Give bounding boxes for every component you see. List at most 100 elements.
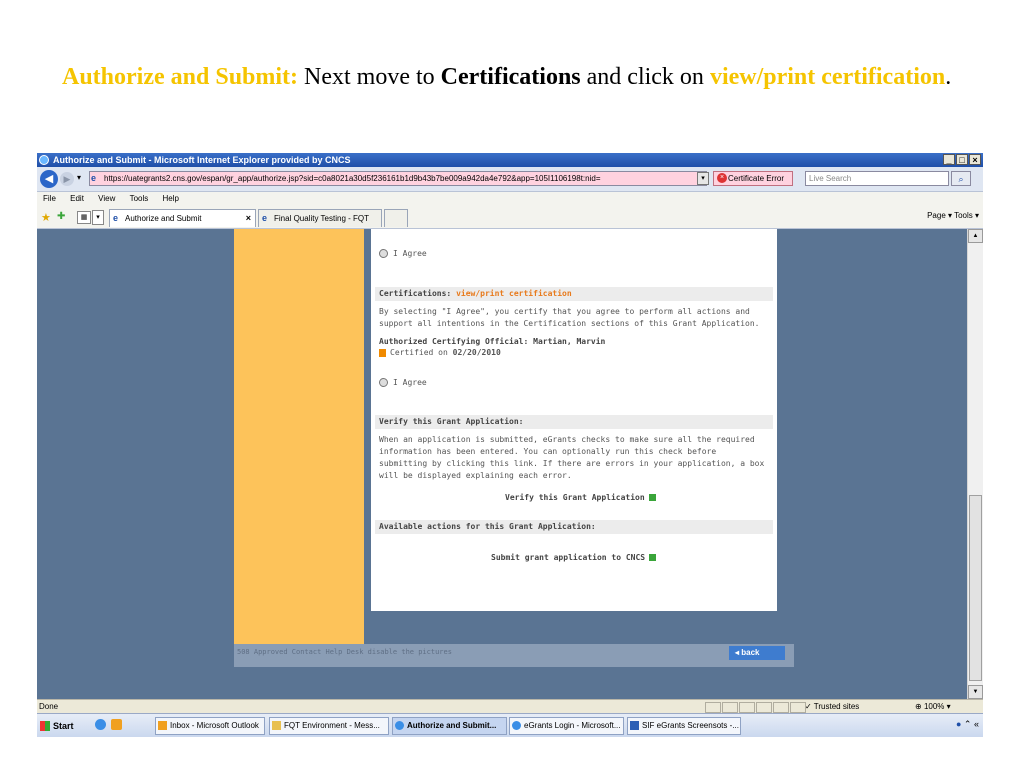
menu-bar: File Edit View Tools Help	[37, 192, 983, 206]
scroll-up-icon[interactable]: ▲	[968, 229, 983, 243]
task-label: SIF eGrants Screensots -...	[642, 721, 739, 730]
submit-application-link[interactable]: Submit grant application to CNCS	[491, 553, 657, 562]
search-icon[interactable]: ⌕	[951, 171, 971, 186]
maximize-button[interactable]: □	[956, 154, 968, 165]
available-actions-header: Available actions for this Grant Applica…	[375, 520, 773, 534]
help-icon[interactable]: ●	[956, 719, 961, 729]
task-fqt-environment[interactable]: FQT Environment - Mess...	[269, 717, 389, 735]
certifying-official: Authorized Certifying Official: Martian,…	[379, 337, 606, 346]
ie-icon	[395, 721, 404, 730]
windows-logo-icon	[40, 721, 50, 731]
scroll-down-icon[interactable]: ▼	[968, 685, 983, 699]
tray-expand-icon[interactable]: «	[974, 719, 979, 729]
authorize-panel: I Agree Certifications: view/print certi…	[371, 229, 777, 611]
search-input[interactable]: Live Search	[805, 171, 949, 186]
task-label: Authorize and Submit...	[407, 721, 497, 730]
tab-bar: ★ ✚ ▦ ▾ e Authorize and Submit × e Final…	[37, 206, 983, 229]
agree-option-2[interactable]: I Agree	[379, 377, 769, 389]
certified-on-label: Certified on	[390, 348, 453, 357]
notification-icon[interactable]: ⌃	[964, 719, 972, 729]
close-button[interactable]: ×	[969, 154, 981, 165]
add-favorite-icon[interactable]: ✚	[57, 211, 65, 222]
slide-heading: Authorize and Submit:	[62, 64, 299, 90]
menu-edit[interactable]: Edit	[70, 194, 84, 203]
minimize-button[interactable]: _	[943, 154, 955, 165]
task-egrants-login[interactable]: eGrants Login - Microsoft...	[509, 717, 624, 735]
agree-option-1[interactable]: I Agree	[379, 248, 769, 260]
task-label: FQT Environment - Mess...	[284, 721, 380, 730]
back-arrow-icon[interactable]: ◀	[40, 170, 58, 188]
task-authorize-and-submit[interactable]: Authorize and Submit...	[392, 717, 507, 735]
address-dropdown-icon[interactable]: ▾	[697, 172, 709, 185]
zoom-level: 100%	[923, 702, 945, 711]
ie-quicklaunch-icon[interactable]	[95, 719, 106, 730]
close-tab-icon[interactable]: ×	[246, 210, 251, 227]
tab-list-dropdown-icon[interactable]: ▾	[92, 210, 104, 225]
windows-taskbar: Start Inbox - Microsoft Outlook FQT Envi…	[37, 713, 983, 737]
verify-text: When an application is submitted, eGrant…	[379, 435, 765, 480]
go-arrow-icon	[648, 494, 656, 501]
security-zone: ✓ Trusted sites	[805, 702, 860, 711]
certifications-header: Certifications: view/print certification	[375, 287, 773, 301]
tab-authorize-and-submit[interactable]: e Authorize and Submit ×	[109, 209, 256, 227]
window-controls: _ □ ×	[943, 154, 981, 165]
submit-label: Submit grant application to CNCS	[491, 553, 646, 562]
slide-text: Next move to	[298, 64, 441, 90]
zoom-control[interactable]: ⊕ 100% ▾	[915, 700, 951, 714]
address-toolbar: ◀ ▶ ▾ https://uategrants2.cns.gov/espan/…	[37, 167, 983, 192]
ie-tab-icon: e	[262, 213, 268, 223]
menu-file[interactable]: File	[43, 194, 56, 203]
warning-icon	[379, 348, 386, 357]
task-label: eGrants Login - Microsoft...	[524, 721, 621, 730]
address-input[interactable]: https://uategrants2.cns.gov/espan/gr_app…	[89, 171, 707, 186]
verify-label: Verify this Grant Application	[505, 493, 645, 502]
back-label: back	[741, 648, 760, 657]
menu-help[interactable]: Help	[163, 194, 179, 203]
ie-tab-icon: e	[113, 213, 119, 223]
tab-final-quality-testing[interactable]: e Final Quality Testing - FQT	[258, 209, 382, 227]
tab-label: Final Quality Testing - FQT	[274, 214, 369, 223]
certified-on-line: Certified on 02/20/2010	[379, 347, 769, 359]
browser-screenshot: Authorize and Submit - Microsoft Interne…	[37, 153, 983, 737]
window-titlebar: Authorize and Submit - Microsoft Interne…	[37, 153, 983, 167]
view-print-certification-link[interactable]: view/print certification	[456, 289, 572, 298]
command-bar[interactable]: Page ▾ Tools ▾	[927, 211, 979, 220]
radio-icon[interactable]	[379, 378, 388, 387]
left-nav-column	[234, 229, 364, 667]
certification-text: By selecting "I Agree", you certify that…	[379, 307, 760, 328]
ie-icon	[512, 721, 521, 730]
forward-arrow-icon[interactable]: ▶	[60, 172, 74, 186]
verify-header: Verify this Grant Application:	[375, 415, 773, 429]
scroll-thumb[interactable]	[969, 495, 982, 681]
ie-icon	[39, 155, 49, 165]
slide-title: Authorize and Submit: Next move to Certi…	[62, 62, 982, 93]
radio-icon[interactable]	[379, 249, 388, 258]
section-title: Certifications:	[379, 289, 457, 298]
task-sif-screenshots[interactable]: SIF eGrants Screensots -...	[627, 717, 741, 735]
tab-label: Authorize and Submit	[125, 214, 202, 223]
slide-link-term: view/print certification	[709, 64, 946, 90]
certified-date: 02/20/2010	[452, 348, 501, 357]
status-text: Done	[39, 702, 59, 711]
history-dropdown-icon[interactable]: ▾	[77, 173, 81, 182]
verify-application-link[interactable]: Verify this Grant Application	[505, 493, 656, 502]
vertical-scrollbar[interactable]: ▲ ▼	[967, 229, 983, 699]
new-tab-button[interactable]	[384, 209, 408, 227]
slide-period: .	[945, 64, 952, 90]
outlook-quicklaunch-icon[interactable]	[111, 719, 122, 730]
favorites-star-icon[interactable]: ★	[41, 211, 51, 224]
task-outlook[interactable]: Inbox - Microsoft Outlook	[155, 717, 265, 735]
outlook-icon	[158, 721, 167, 730]
quick-tabs-icon[interactable]: ▦	[77, 211, 91, 224]
message-icon	[272, 721, 281, 730]
menu-tools[interactable]: Tools	[130, 194, 149, 203]
footer-links[interactable]: 508 Approved Contact Help Desk disable t…	[237, 648, 452, 656]
agree-label: I Agree	[393, 249, 427, 258]
zone-label: Trusted sites	[813, 702, 860, 711]
shield-error-icon: ×	[717, 173, 727, 183]
status-bar: Done ✓ Trusted sites ⊕ 100% ▾	[37, 699, 983, 714]
back-button[interactable]: ◂ back	[729, 646, 785, 660]
slide-bold-term: Certifications	[440, 64, 581, 90]
start-button[interactable]: Start	[39, 718, 74, 734]
menu-view[interactable]: View	[98, 194, 115, 203]
